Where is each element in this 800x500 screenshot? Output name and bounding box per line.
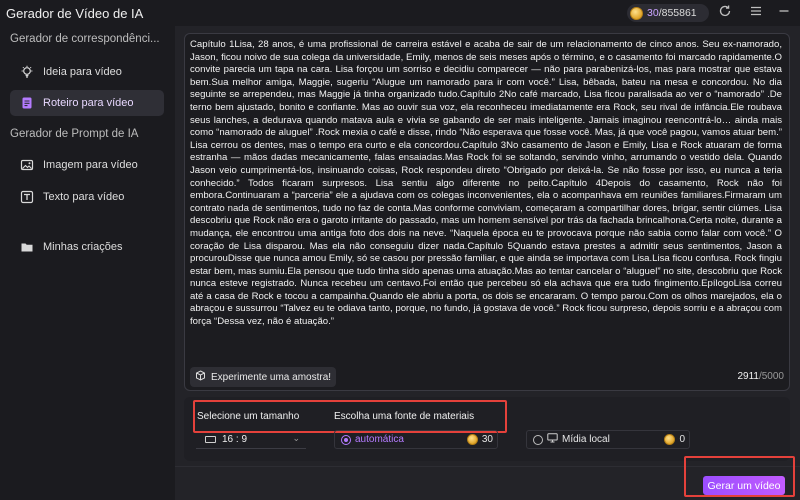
sidebar-item-text-to-video[interactable]: Texto para vídeo <box>10 184 164 210</box>
try-sample-label: Experimente uma amostra! <box>211 371 332 383</box>
text-icon <box>19 189 35 205</box>
credits-total: /855861 <box>658 7 697 19</box>
coin-icon <box>466 434 478 445</box>
coin-icon <box>664 434 676 445</box>
source-local-label: Mídia local <box>562 434 610 445</box>
sidebar-item-script-to-video[interactable]: Roteiro para vídeo <box>10 90 164 116</box>
sidebar-section-title: Gerador de Prompt de IA <box>10 128 139 140</box>
try-sample-button[interactable]: Experimente uma amostra! <box>190 367 337 387</box>
char-count: 2911 <box>737 371 759 382</box>
sidebar-item-label: Ideia para vídeo <box>43 66 122 78</box>
source-local-cost-value: 0 <box>679 434 685 445</box>
aspect-ratio-value: 16 : 9 <box>222 433 248 445</box>
sidebar-item-label: Texto para vídeo <box>43 191 125 203</box>
sidebar-item-idea-to-video[interactable]: Ideia para vídeo <box>10 59 164 85</box>
chevron-down-icon: ⌄ <box>292 433 300 443</box>
credits-badge[interactable]: 30 /855861 <box>627 4 709 22</box>
size-label: Selecione um tamanho <box>197 411 300 422</box>
image-icon <box>19 157 35 173</box>
lightbulb-icon <box>19 64 35 80</box>
minimize-icon[interactable] <box>775 4 793 22</box>
sidebar-section-title: Gerador de correspondênci... <box>10 33 160 45</box>
source-local-cost: 0 <box>664 434 685 445</box>
credits-current: 30 <box>647 7 659 19</box>
source-auto-cost-value: 30 <box>481 434 493 445</box>
sidebar-item-my-creations[interactable]: Minhas criações <box>10 234 164 260</box>
source-auto-cost: 30 <box>466 434 493 445</box>
app-title: Gerador de Vídeo de IA <box>6 6 144 21</box>
source-auto-label: automática <box>355 434 404 445</box>
document-icon <box>19 95 35 111</box>
monitor-icon <box>547 433 558 446</box>
generate-video-button[interactable]: Gerar um vídeo <box>703 476 785 495</box>
sidebar-item-label: Roteiro para vídeo <box>43 97 134 109</box>
char-max: /5000 <box>758 371 784 382</box>
source-local-option[interactable]: Mídia local 0 <box>526 430 690 449</box>
script-textarea[interactable]: Capítulo 1Lisa, 28 anos, é uma profissio… <box>190 39 782 354</box>
source-auto-option[interactable]: automática 30 <box>334 430 498 449</box>
source-auto-radio[interactable] <box>341 434 351 445</box>
box-icon <box>195 370 206 384</box>
source-local-radio[interactable] <box>533 434 543 445</box>
sidebar-item-image-to-video[interactable]: Imagem para vídeo <box>10 152 164 178</box>
menu-icon[interactable] <box>747 4 765 22</box>
coin-icon <box>630 6 643 20</box>
char-counter: 2911/5000 <box>737 371 784 382</box>
sidebar-item-label: Minhas criações <box>43 241 123 253</box>
material-source-label: Escolha uma fonte de materiais <box>334 411 475 422</box>
title-bar: Gerador de Vídeo de IA 30 /855861 <box>0 0 800 26</box>
folder-icon <box>19 239 35 255</box>
aspect-ratio-icon <box>205 435 216 443</box>
refresh-icon[interactable] <box>716 4 734 22</box>
script-editor[interactable]: Capítulo 1Lisa, 28 anos, é uma profissio… <box>184 33 790 391</box>
aspect-ratio-select[interactable]: 16 : 9 ⌄ <box>196 430 306 449</box>
sidebar: Gerador de correspondênci... Ideia para … <box>0 26 175 500</box>
sidebar-item-label: Imagem para vídeo <box>43 159 138 171</box>
